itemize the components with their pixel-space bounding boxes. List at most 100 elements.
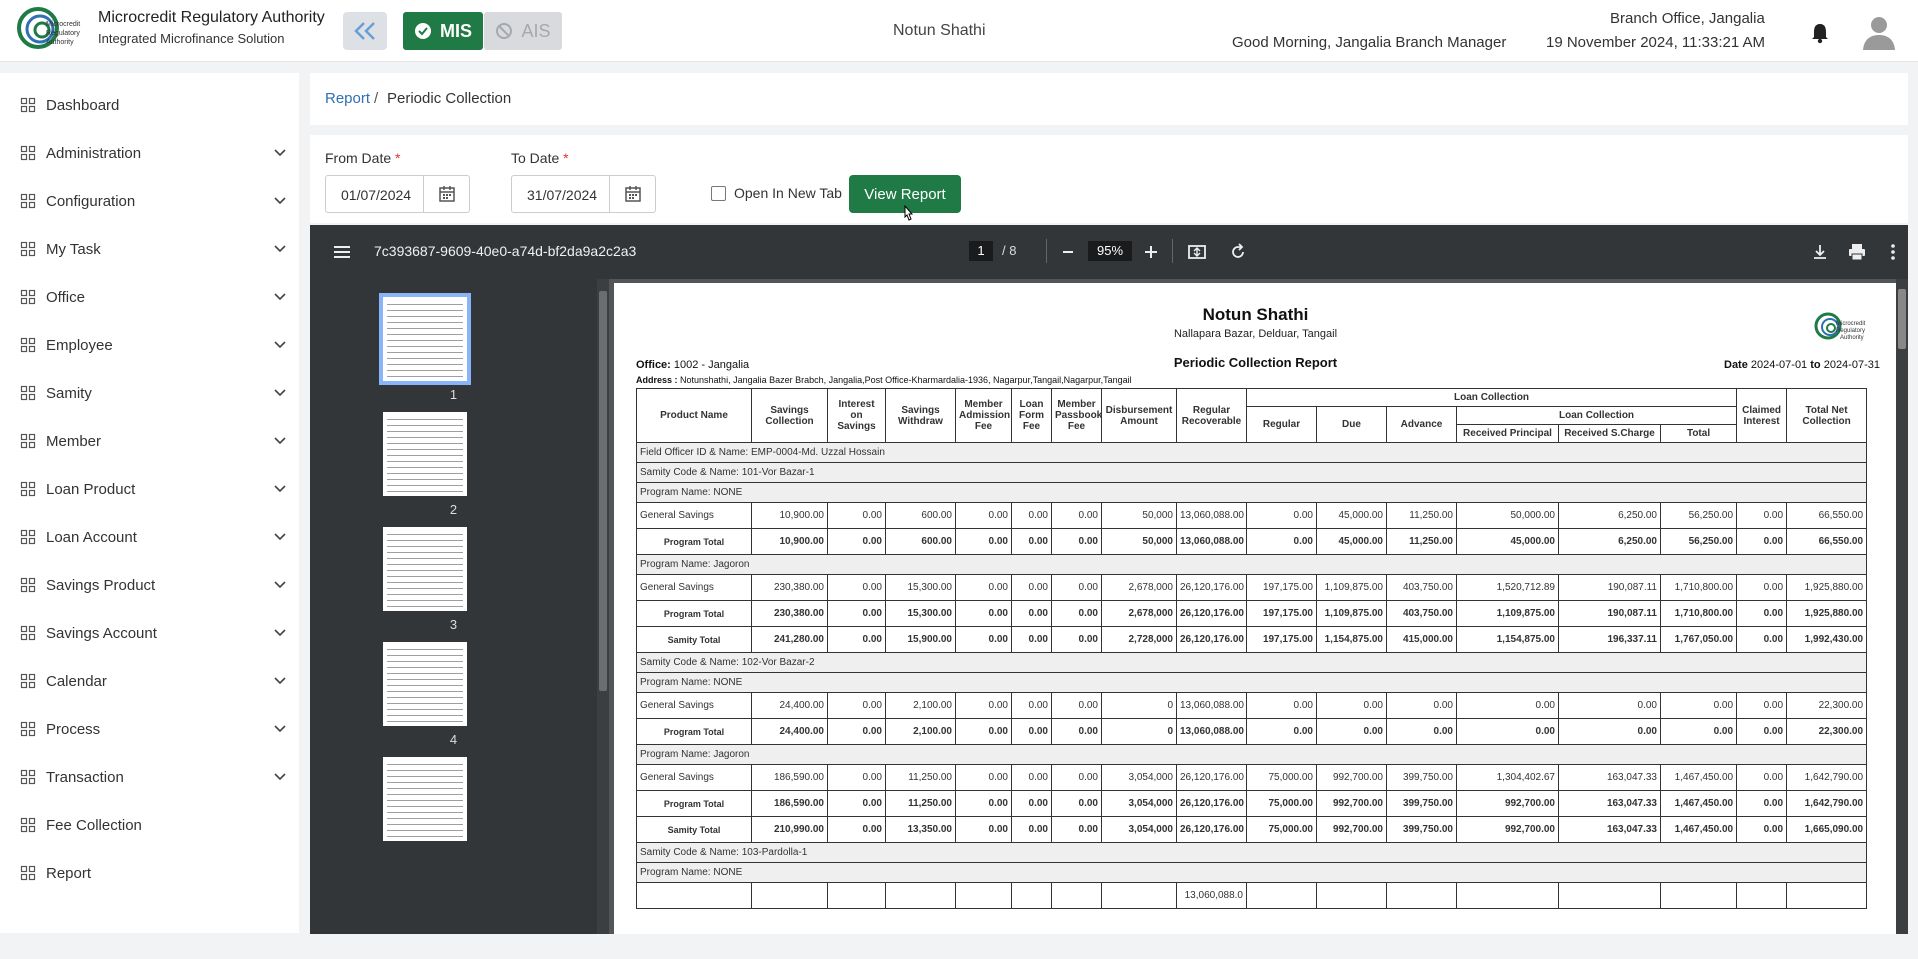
report-date-range: Date 2024-07-01 to 2024-07-31 (1724, 359, 1880, 371)
open-new-tab-checkbox[interactable] (711, 186, 726, 201)
svg-text:Regulatory: Regulatory (46, 30, 80, 37)
thumbnail-page-2[interactable] (383, 412, 467, 496)
collapse-sidebar-button[interactable] (343, 12, 387, 50)
table-cell: 0.00 (955, 626, 1012, 653)
table-cell: 13,060,088.00 (1176, 718, 1247, 745)
ais-toggle-button[interactable]: AIS (484, 12, 562, 50)
table-cell: 0.00 (827, 718, 886, 745)
sidebar-item-employee[interactable]: Employee (0, 325, 299, 365)
download-icon[interactable] (1810, 242, 1830, 262)
sidebar-item-label: Savings Product (46, 576, 156, 594)
from-date-field[interactable]: 01/07/2024 (325, 175, 470, 213)
table-cell: 1,304,402.67 (1456, 764, 1559, 791)
sidebar-item-calendar[interactable]: Calendar (0, 661, 299, 701)
table-cell: 0.00 (1011, 816, 1052, 843)
sidebar-item-configuration[interactable]: Configuration (0, 181, 299, 221)
table-cell: 75,000.00 (1246, 764, 1317, 791)
table-cell: 0.00 (827, 692, 886, 719)
zoom-in-icon[interactable] (1141, 242, 1161, 262)
table-cell: 24,400.00 (751, 692, 828, 719)
group-header-row: Samity Code & Name: 103-Pardolla-1 (635, 842, 1868, 863)
table-cell (636, 882, 752, 909)
table-cell: 0.00 (1736, 816, 1788, 843)
fit-page-icon[interactable] (1187, 242, 1207, 262)
table-cell: Program Total (636, 718, 752, 745)
user-avatar[interactable] (1862, 14, 1896, 50)
breadcrumb-report-link[interactable]: Report (325, 90, 370, 107)
thumbnail-page-4[interactable] (383, 642, 467, 726)
table-row: 13,060,088.0 (636, 882, 1868, 909)
chevron-down-icon (274, 437, 286, 445)
open-new-tab-label[interactable]: Open In New Tab (734, 185, 842, 201)
zoom-level[interactable]: 95% (1088, 241, 1132, 261)
check-circle-icon (414, 23, 431, 39)
more-options-icon[interactable] (1883, 242, 1903, 262)
sidebar-item-my-task[interactable]: My Task (0, 229, 299, 269)
to-date-field[interactable]: 31/07/2024 (511, 175, 656, 213)
group-header-cell: Samity Code & Name: 101-Vor Bazar-1 (635, 462, 1868, 483)
table-cell: 0.00 (1051, 816, 1102, 843)
table-cell: 22,300.00 (1786, 692, 1868, 719)
table-cell: 0.00 (1659, 692, 1738, 719)
table-cell: 0.00 (1011, 574, 1052, 601)
table-cell: 26,120,176.00 (1176, 600, 1247, 627)
table-cell: 1,925,880.00 (1786, 600, 1868, 627)
mis-toggle-button[interactable]: MIS (403, 12, 483, 50)
col-savings-withdraw: Savings Withdraw (885, 388, 956, 443)
group-header-row: Samity Code & Name: 101-Vor Bazar-1 (635, 462, 1868, 483)
savings-product-icon (20, 577, 36, 593)
thumbnail-scrollbar[interactable] (597, 279, 609, 934)
table-cell: 1,710,800.00 (1659, 574, 1738, 601)
table-cell: 600.00 (885, 528, 956, 555)
office-icon (20, 289, 36, 305)
bell-icon[interactable] (1810, 22, 1830, 44)
table-cell: 3,054,000 (1101, 764, 1177, 791)
chevron-down-icon (274, 149, 286, 157)
sidebar-item-savings-account[interactable]: Savings Account (0, 613, 299, 653)
sidebar-item-savings-product[interactable]: Savings Product (0, 565, 299, 605)
sidebar-item-office[interactable]: Office (0, 277, 299, 317)
mra-logo[interactable]: Microcredit Regulatory Authority (16, 6, 94, 56)
table-cell: 0.00 (827, 764, 886, 791)
table-cell: 45,000.00 (1316, 528, 1387, 555)
pdf-document-title: 7c393687-9609-40e0-a74d-bf2da9a2c2a3 (374, 243, 637, 259)
table-cell: 1,154,875.00 (1316, 626, 1387, 653)
table-cell: 0.00 (1051, 692, 1102, 719)
table-cell (1011, 882, 1052, 909)
thumbnail-page-3[interactable] (383, 527, 467, 611)
rotate-icon[interactable] (1228, 242, 1248, 262)
table-cell: 1,992,430.00 (1786, 626, 1868, 653)
sidebar-item-member[interactable]: Member (0, 421, 299, 461)
print-icon[interactable] (1847, 242, 1867, 262)
sidebar-item-report[interactable]: Report (0, 853, 299, 893)
sidebar-item-loan-account[interactable]: Loan Account (0, 517, 299, 557)
sidebar-item-samity[interactable]: Samity (0, 373, 299, 413)
table-cell: 0.00 (1011, 502, 1052, 529)
table-cell: 190,087.11 (1558, 600, 1661, 627)
sidebar-item-process[interactable]: Process (0, 709, 299, 749)
sidebar-item-dashboard[interactable]: Dashboard (0, 85, 299, 125)
sidebar-item-transaction[interactable]: Transaction (0, 757, 299, 797)
thumbnail-page-5[interactable] (383, 757, 467, 841)
double-chevron-left-icon (354, 22, 375, 40)
calendar-icon[interactable] (609, 176, 655, 212)
calendar-icon[interactable] (423, 176, 469, 212)
menu-icon[interactable] (332, 242, 352, 262)
col-total: Total (1659, 424, 1738, 443)
sidebar-item-fee-collection[interactable]: Fee Collection (0, 805, 299, 845)
sidebar-item-administration[interactable]: Administration (0, 133, 299, 173)
sidebar-item-loan-product[interactable]: Loan Product (0, 469, 299, 509)
page-scrollbar[interactable] (1896, 279, 1908, 934)
table-cell: 0.00 (955, 574, 1012, 601)
table-cell: 0.00 (955, 816, 1012, 843)
total-row: Program Total 186,590.00 0.00 11,250.00 0.00… (636, 790, 1868, 817)
page-number-input[interactable]: 1 (969, 241, 993, 261)
to-date-value: 31/07/2024 (527, 187, 598, 203)
table-cell: 0.00 (1558, 718, 1661, 745)
table-cell: 0.00 (1456, 692, 1559, 719)
table-row: General Savings 24,400.00 0.00 2,100.00 0.00… (636, 692, 1868, 719)
report-logo: Microcredit Regulatory Authority (1814, 312, 1866, 341)
thumbnail-page-1[interactable] (379, 293, 471, 385)
zoom-out-icon[interactable] (1058, 242, 1078, 262)
loan-account-icon (20, 529, 36, 545)
